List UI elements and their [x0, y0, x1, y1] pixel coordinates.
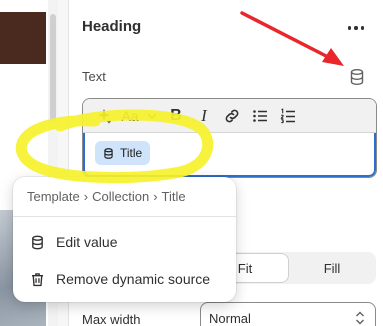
more-horizontal-icon: [360, 26, 365, 30]
text-field-label: Text: [82, 69, 106, 84]
red-arrow-annotation: [240, 11, 332, 60]
chip-label: Title: [120, 146, 143, 160]
breadcrumb-item: Template: [27, 189, 80, 204]
database-icon: [32, 235, 43, 249]
dynamic-source-chip[interactable]: Title: [95, 141, 151, 165]
edit-value-label: Edit value: [56, 234, 118, 250]
rich-text-editor[interactable]: Aa B I Title: [82, 98, 377, 178]
fill-option[interactable]: Fill: [288, 252, 376, 284]
max-width-label: Max width: [82, 312, 141, 326]
breadcrumb-item: Collection: [92, 189, 150, 204]
text-style-dropdown[interactable]: [143, 103, 161, 129]
more-actions-button[interactable]: [344, 18, 368, 38]
source-breadcrumb: Template › Collection › Title: [27, 189, 186, 204]
link-icon: [225, 109, 239, 122]
more-horizontal-icon: [347, 26, 352, 30]
bold-button[interactable]: B: [163, 103, 189, 129]
dynamic-source-popover: Template › Collection › Title Edit value Rem…: [13, 177, 236, 302]
max-width-value: Normal: [209, 310, 251, 326]
editor-toolbar: Aa B I: [83, 99, 376, 133]
preview-image: [0, 12, 46, 64]
remove-dynamic-source-label: Remove dynamic source: [56, 271, 211, 287]
magic-icon: [98, 108, 112, 124]
breadcrumb-separator: ›: [83, 189, 89, 204]
red-arrowhead-annotation: [322, 48, 344, 66]
text-style-button[interactable]: Aa: [119, 103, 141, 129]
bullet-list-icon: [253, 109, 267, 122]
trash-icon: [31, 272, 44, 286]
editor-content[interactable]: Title: [83, 133, 376, 177]
preview-scroll-thumb[interactable]: [50, 14, 56, 122]
numbered-list-icon: [280, 107, 295, 123]
breadcrumb-separator: ›: [153, 189, 158, 204]
remove-dynamic-source-menu-item[interactable]: Remove dynamic source: [21, 264, 228, 294]
select-caret-icon: [356, 311, 364, 325]
panel-title: Heading: [82, 18, 142, 35]
popover-divider: [13, 216, 236, 217]
max-width-select[interactable]: Normal: [200, 302, 376, 326]
connect-dynamic-source-button[interactable]: [347, 67, 367, 87]
database-icon: [104, 147, 113, 159]
magic-button[interactable]: [91, 103, 117, 129]
link-button[interactable]: [219, 103, 245, 129]
more-horizontal-icon: [354, 26, 358, 30]
breadcrumb-item: Title: [161, 189, 186, 204]
italic-button[interactable]: I: [191, 103, 217, 129]
edit-value-menu-item[interactable]: Edit value: [21, 227, 228, 257]
chevron-down-icon: [147, 113, 157, 119]
bullet-list-button[interactable]: [247, 103, 273, 129]
database-icon: [350, 69, 364, 86]
numbered-list-button[interactable]: [275, 103, 301, 129]
